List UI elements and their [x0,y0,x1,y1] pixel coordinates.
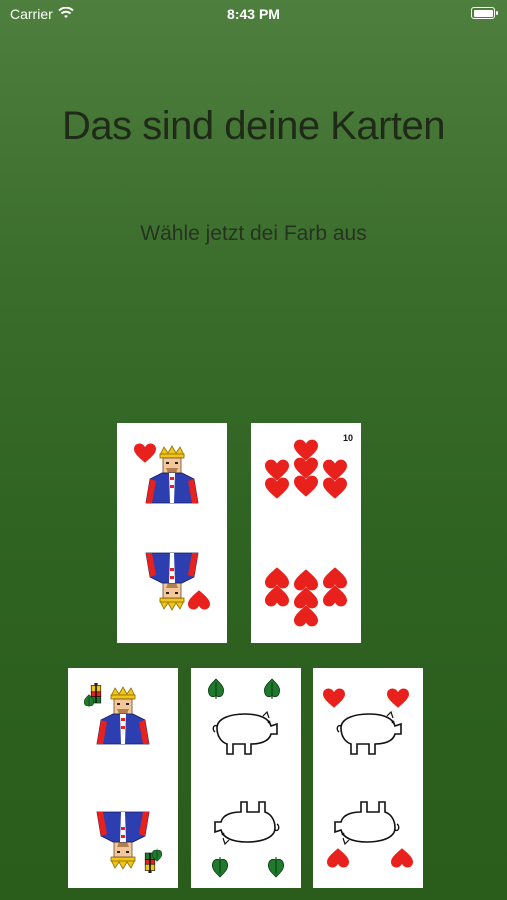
status-time: 8:43 PM [227,6,280,22]
page-title: Das sind deine Karten [61,104,446,148]
pig-icon [336,711,402,755]
status-bar: Carrier 8:43 PM [0,0,507,28]
card-heart-ten[interactable]: 10 [251,423,361,643]
card-heart-ace[interactable] [313,668,423,888]
leaf-icon [207,678,225,700]
card-heart-king[interactable] [117,423,227,643]
page-subtitle: Wähle jetzt dei Farb aus [140,222,367,245]
card-corner-number: 10 [342,433,353,443]
heart-icon [134,443,156,463]
pig-icon [212,711,278,755]
king-figure-icon [145,445,199,504]
card-bell-king[interactable] [68,668,178,888]
card-leaf-ace[interactable] [191,668,301,888]
battery-icon [471,7,498,19]
